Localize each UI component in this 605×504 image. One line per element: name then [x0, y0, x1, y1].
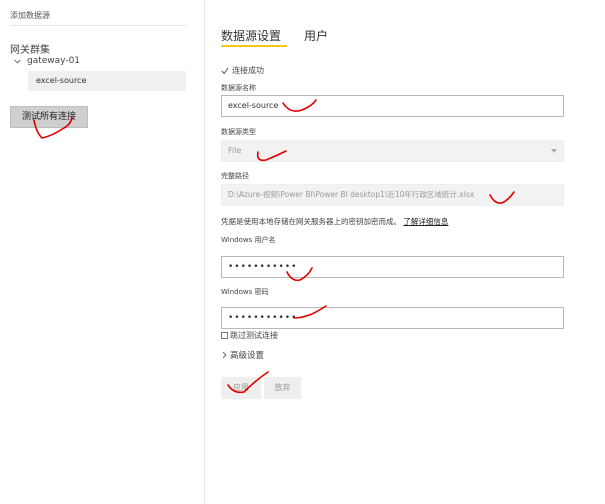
tab-datasource-settings[interactable]: 数据源设置	[221, 27, 281, 44]
datasource-name-input[interactable]: excel-source	[221, 95, 564, 117]
active-tab-indicator	[221, 45, 287, 47]
test-all-connections-button[interactable]: 测试所有连接	[10, 106, 88, 128]
credentials-info: 凭据是使用本地存储在网关服务器上的密钥加密而成。 了解详细信息	[221, 216, 448, 227]
gateway-cluster-label: 网关群集	[10, 45, 50, 56]
skip-test-checkbox[interactable]	[221, 332, 228, 339]
windows-username-input[interactable]: •••••••••••	[221, 256, 564, 278]
title-divider	[10, 25, 186, 26]
gateway-tree-item[interactable]: gateway-01	[14, 56, 80, 66]
apply-button[interactable]: 应用	[221, 377, 261, 399]
full-path-input: D:\Azure-视频\Power BI\Power BI desktop1\近…	[221, 184, 564, 206]
skip-test-label: 跳过测试连接	[230, 331, 278, 340]
connection-status-text: 连接成功	[232, 66, 264, 75]
skip-test-connection-option[interactable]: 跳过测试连接	[221, 330, 278, 341]
chevron-right-icon	[222, 351, 227, 359]
connection-status: 连接成功	[221, 65, 264, 76]
panel-divider	[204, 0, 205, 504]
chevron-down-icon	[14, 59, 21, 64]
data-source-item[interactable]: excel-source	[28, 71, 186, 91]
windows-password-label: Windows 密码	[221, 288, 269, 296]
credentials-info-text: 凭据是使用本地存储在网关服务器上的密钥加密而成。	[221, 217, 401, 226]
panel-title: 添加数据源	[10, 11, 50, 20]
tab-users[interactable]: 用户	[304, 27, 328, 44]
datasource-type-select[interactable]: File	[221, 140, 564, 162]
learn-more-link[interactable]: 了解详细信息	[403, 217, 448, 226]
windows-password-input[interactable]: •••••••••••	[221, 307, 564, 329]
advanced-settings-toggle[interactable]: 高级设置	[221, 349, 264, 361]
advanced-settings-label: 高级设置	[230, 351, 265, 361]
discard-button[interactable]: 放弃	[264, 377, 301, 399]
datasource-type-value: File	[228, 146, 242, 155]
windows-username-label: Windows 用户名	[221, 236, 276, 244]
gateway-name: gateway-01	[27, 56, 81, 66]
checkmark-icon	[221, 67, 229, 74]
dropdown-arrow-icon	[551, 149, 557, 153]
datasource-type-label: 数据源类型	[221, 128, 256, 136]
full-path-label: 完整路径	[221, 172, 249, 180]
datasource-name-label: 数据源名称	[221, 84, 256, 92]
